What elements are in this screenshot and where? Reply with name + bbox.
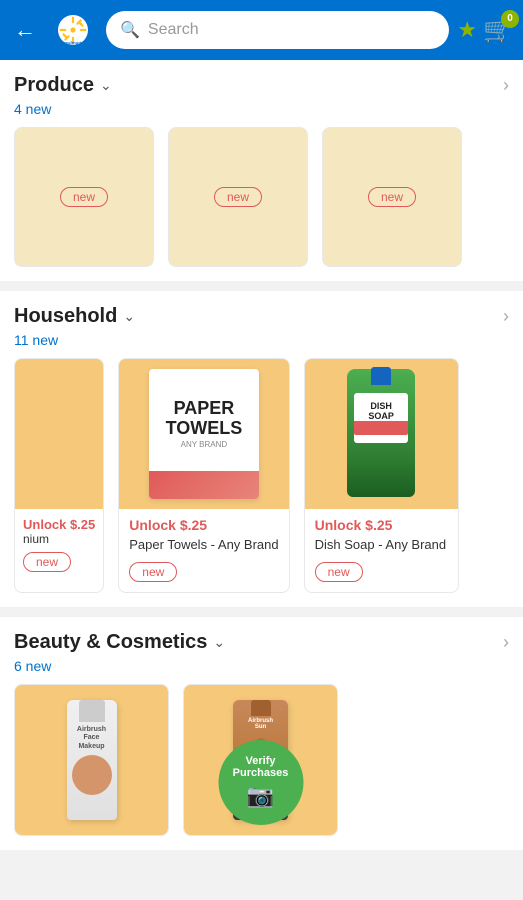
new-badge-3: new	[368, 187, 416, 207]
airbrush-makeup-product: AirbrushFaceMakeup	[67, 700, 117, 820]
search-bar[interactable]: 🔍 Search	[106, 11, 449, 49]
partial-unlock-price: Unlock $.25	[23, 517, 95, 532]
household-new-count: 11 new	[0, 332, 523, 358]
search-icon: 🔍	[120, 20, 140, 40]
dish-soap-info: Unlock $.25 Dish Soap - Any Brand new	[305, 509, 458, 592]
produce-cards-row: new new new	[0, 127, 523, 281]
soap-label-stripe	[354, 421, 408, 435]
soap-label-text: DISHSOAP	[368, 401, 394, 422]
soap-bottle: DISHSOAP	[347, 369, 415, 497]
partial-card-image	[15, 359, 103, 509]
paper-towels-new-badge: new	[129, 562, 177, 582]
household-partial-card[interactable]: Unlock $.25 nium new	[14, 358, 104, 593]
paper-towels-stripe	[149, 471, 259, 499]
walmart-spark-icon: walmart	[55, 12, 91, 48]
paper-towels-info: Unlock $.25 Paper Towels - Any Brand new	[119, 509, 288, 592]
soap-cap	[371, 367, 391, 385]
produce-card-2[interactable]: new	[168, 127, 308, 267]
back-button[interactable]: ←	[10, 13, 40, 47]
household-title: Household	[14, 305, 117, 328]
beauty-expand-icon: ⌄	[213, 634, 225, 651]
paper-towels-name: Paper Towels - Any Brand	[129, 537, 278, 554]
airbrush-makeup-image: AirbrushFaceMakeup	[15, 685, 168, 835]
header-icons: ★ 🛒 0	[457, 16, 513, 45]
search-placeholder: Search	[148, 21, 199, 39]
dish-soap-unlock-price: Unlock $.25	[315, 517, 448, 533]
paper-towels-anybrand: ANY BRAND	[166, 440, 243, 449]
sun-label-text: AirbrushSun	[246, 716, 275, 732]
produce-section: Produce ⌄ › 4 new new new new	[0, 60, 523, 281]
partial-card-info: Unlock $.25 nium new	[15, 509, 103, 582]
airbrush-sun-image: AirbrushSun VerifyPurchases 📷	[184, 685, 337, 835]
household-cards-row: Unlock $.25 nium new PAPERTOWELS ANY BRA…	[0, 358, 523, 607]
produce-title: Produce	[14, 74, 94, 97]
beauty-title-wrap[interactable]: Beauty & Cosmetics ⌄	[14, 631, 225, 654]
beauty-more-icon[interactable]: ›	[503, 632, 509, 653]
favorites-icon[interactable]: ★	[457, 17, 477, 43]
soap-label-area: DISHSOAP	[354, 393, 408, 443]
household-title-wrap[interactable]: Household ⌄	[14, 305, 135, 328]
dish-soap-card[interactable]: DISHSOAP Unlock $.25 Dish Soap - Any Bra…	[304, 358, 459, 593]
beauty-cards-row: AirbrushFaceMakeup AirbrushSun	[0, 684, 523, 850]
beauty-section-header: Beauty & Cosmetics ⌄ ›	[0, 617, 523, 658]
partial-new-badge: new	[23, 552, 71, 572]
paper-towels-product: PAPERTOWELS ANY BRAND	[149, 369, 259, 499]
airbrush-makeup-card[interactable]: AirbrushFaceMakeup	[14, 684, 169, 836]
dish-soap-image: DISHSOAP	[305, 359, 458, 509]
produce-new-count: 4 new	[0, 101, 523, 127]
produce-section-header: Produce ⌄ ›	[0, 60, 523, 101]
dish-soap-name: Dish Soap - Any Brand	[315, 537, 448, 554]
paper-towels-text: PAPERTOWELS	[166, 399, 243, 439]
produce-more-icon[interactable]: ›	[503, 75, 509, 96]
camera-icon: 📷	[247, 783, 274, 809]
makeup-face	[72, 755, 112, 795]
produce-card-3[interactable]: new	[322, 127, 462, 267]
app-header: ←	[0, 0, 523, 60]
household-expand-icon: ⌄	[123, 308, 135, 325]
beauty-section: Beauty & Cosmetics ⌄ › 6 new AirbrushFac…	[0, 617, 523, 850]
verify-label: VerifyPurchases	[233, 755, 289, 779]
paper-towels-unlock-price: Unlock $.25	[129, 517, 278, 533]
produce-expand-icon: ⌄	[100, 77, 112, 94]
dish-soap-new-badge: new	[315, 562, 363, 582]
produce-title-wrap[interactable]: Produce ⌄	[14, 74, 112, 97]
airbrush-sun-card[interactable]: AirbrushSun VerifyPurchases 📷	[183, 684, 338, 836]
paper-towels-image: PAPERTOWELS ANY BRAND	[119, 359, 288, 509]
walmart-logo: walmart	[48, 12, 98, 48]
new-badge-2: new	[214, 187, 262, 207]
household-more-icon[interactable]: ›	[503, 306, 509, 327]
partial-product-name: nium	[23, 532, 95, 546]
cart-button[interactable]: 🛒 0	[483, 16, 513, 45]
svg-text:walmart: walmart	[63, 40, 82, 45]
household-section-header: Household ⌄ ›	[0, 291, 523, 332]
household-section: Household ⌄ › 11 new Unlock $.25 nium ne…	[0, 291, 523, 607]
sun-cap	[251, 700, 271, 716]
beauty-title: Beauty & Cosmetics	[14, 631, 207, 654]
new-badge-1: new	[60, 187, 108, 207]
beauty-new-count: 6 new	[0, 658, 523, 684]
dish-soap-product: DISHSOAP	[341, 369, 421, 499]
paper-towels-card[interactable]: PAPERTOWELS ANY BRAND Unlock $.25 Paper …	[118, 358, 289, 593]
makeup-label-text: AirbrushFaceMakeup	[74, 722, 109, 751]
produce-card-1[interactable]: new	[14, 127, 154, 267]
verify-purchases-button[interactable]: VerifyPurchases 📷	[218, 740, 303, 825]
cart-count-badge: 0	[501, 10, 519, 28]
makeup-cap	[79, 700, 105, 722]
